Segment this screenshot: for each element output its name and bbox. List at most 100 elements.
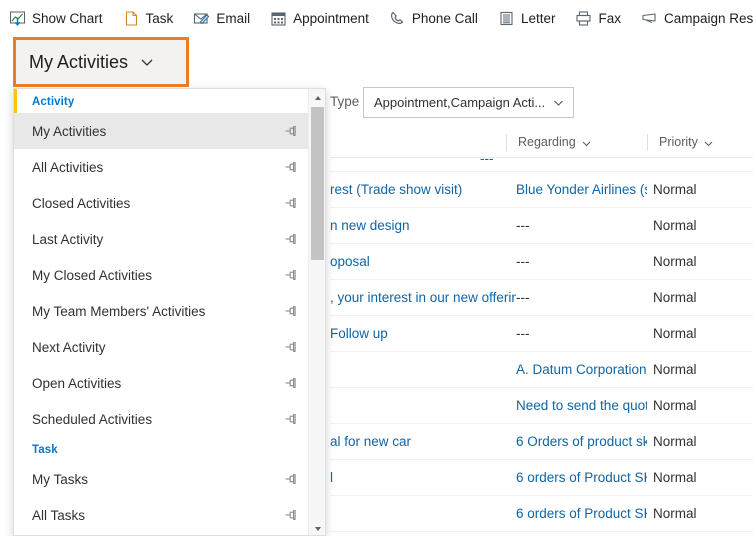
cell-priority: Normal (653, 398, 697, 413)
view-selector-label: My Activities (29, 51, 129, 72)
table-row[interactable]: oposal --- Normal (330, 244, 753, 280)
pin-icon[interactable] (283, 232, 297, 246)
cell-priority: Normal (653, 254, 697, 269)
view-list: Activity My Activities All Activities Close… (14, 89, 309, 535)
cell-regarding[interactable]: 6 orders of Product SKU . (516, 470, 647, 485)
view-list-item[interactable]: My Closed Activities (14, 257, 309, 293)
show-chart-icon (9, 10, 26, 27)
cell-regarding: --- (516, 218, 530, 233)
view-list-item-label: My Activities (32, 123, 107, 139)
letter-icon (498, 10, 515, 27)
command-email[interactable]: Email (183, 0, 260, 36)
cell-subject[interactable]: al for new car (330, 434, 516, 449)
table-row[interactable]: Need to send the quotati Normal (330, 388, 753, 424)
command-fax[interactable]: Fax (565, 0, 631, 36)
view-list-item-label: Next Activity (32, 339, 106, 355)
command-phone-call[interactable]: Phone Call (379, 0, 488, 36)
pin-icon[interactable] (283, 376, 297, 390)
campaign-response-icon (641, 10, 658, 27)
cell-subject[interactable]: l (330, 470, 516, 485)
command-campaign-response[interactable]: Campaign Response (631, 0, 753, 36)
cell-regarding: --- (516, 326, 530, 341)
pin-icon[interactable] (283, 196, 297, 210)
cell-regarding[interactable]: Need to send the quotati (516, 398, 647, 413)
column-header-regarding[interactable]: Regarding (506, 134, 592, 151)
grid-header-row: Regarding Priority (330, 126, 753, 158)
table-row[interactable]: , your interest in our new offering --- No… (330, 280, 753, 316)
scroll-down-arrow-icon[interactable] (309, 520, 325, 535)
type-filter-label: Type (330, 94, 360, 109)
pin-icon[interactable] (283, 412, 297, 426)
cell-priority: Normal (653, 362, 697, 377)
pin-icon[interactable] (283, 160, 297, 174)
table-row[interactable]: A. Datum Corporation (sa Normal (330, 352, 753, 388)
scroll-up-arrow-icon[interactable] (309, 89, 325, 106)
command-label: Appointment (293, 10, 369, 26)
view-list-item[interactable]: Closed Activities (14, 185, 309, 221)
table-row[interactable]: Follow up --- Normal (330, 316, 753, 352)
command-label: Campaign Response (663, 10, 753, 26)
view-list-item[interactable]: My Tasks (14, 461, 309, 497)
table-row[interactable]: --- (330, 158, 753, 172)
cell-subject[interactable]: oposal (330, 254, 516, 269)
phone-call-icon (389, 10, 406, 27)
view-list-item[interactable]: Last Activity (14, 221, 309, 257)
cell-regarding[interactable]: A. Datum Corporation (sa (516, 362, 647, 377)
view-group-header: Activity (32, 96, 75, 108)
view-list-item-label: My Closed Activities (32, 267, 153, 283)
command-appointment[interactable]: Appointment (260, 0, 379, 36)
view-selector-button[interactable]: My Activities (13, 37, 189, 87)
view-list-item[interactable]: All Tasks (14, 497, 309, 533)
pin-icon[interactable] (283, 340, 297, 354)
flyout-scrollbar[interactable] (308, 89, 325, 535)
column-label: Regarding (518, 135, 576, 149)
chevron-down-icon (703, 137, 714, 148)
table-row[interactable]: n new design --- Normal (330, 208, 753, 244)
table-row[interactable]: 6 orders of Product SKU . Normal (330, 496, 753, 532)
cell-priority: Normal (653, 470, 697, 485)
cell-regarding[interactable]: Blue Yonder Airlines (sam (516, 182, 647, 197)
cell-regarding: --- (516, 290, 530, 305)
task-icon (123, 10, 140, 27)
cell-priority: Normal (653, 218, 697, 233)
cell-regarding[interactable]: 6 Orders of product sku J (516, 434, 647, 449)
column-header-priority[interactable]: Priority (647, 134, 714, 151)
cell-subject[interactable]: , your interest in our new offering (330, 290, 516, 305)
view-list-item[interactable]: My Team Members' Activities (14, 293, 309, 329)
scrollbar-thumb[interactable] (311, 107, 324, 260)
partial-row-text: --- (480, 158, 494, 166)
pin-icon[interactable] (283, 508, 297, 522)
table-row[interactable]: rest (Trade show visit) Blue Yonder Airli… (330, 172, 753, 208)
cell-regarding[interactable]: 6 orders of Product SKU . (516, 506, 647, 521)
view-list-item-label: All Tasks (32, 507, 86, 523)
table-row[interactable]: al for new car6 Orders of product sku J N… (330, 424, 753, 460)
view-list-item[interactable]: Open Activities (14, 365, 309, 401)
command-label: Show Chart (32, 10, 103, 26)
pin-icon[interactable] (283, 472, 297, 486)
cell-priority: Normal (653, 182, 697, 197)
command-label: Fax (598, 10, 621, 26)
cell-priority: Normal (653, 290, 697, 305)
appointment-icon (270, 10, 287, 27)
cell-subject[interactable]: Follow up (330, 326, 516, 341)
view-list-item[interactable]: My Activities (14, 113, 309, 149)
view-list-item-label: My Team Members' Activities (32, 303, 206, 319)
command-task[interactable]: Task (113, 0, 184, 36)
pin-icon[interactable] (283, 304, 297, 318)
cell-subject[interactable]: n new design (330, 218, 516, 233)
email-icon (193, 10, 210, 27)
table-row[interactable]: l6 orders of Product SKU . Normal (330, 460, 753, 496)
type-filter-dropdown[interactable]: Appointment,Campaign Acti... (363, 87, 574, 118)
command-label: Letter (520, 10, 556, 26)
view-list-item[interactable]: Scheduled Activities (14, 401, 309, 437)
pin-icon[interactable] (283, 268, 297, 282)
view-list-item[interactable]: All Activities (14, 149, 309, 185)
view-group-header: Task (32, 444, 58, 456)
activities-grid: Regarding Priority --- rest (Trade show v… (330, 126, 753, 536)
view-list-item-label: Open Activities (32, 375, 122, 391)
command-letter[interactable]: Letter (488, 0, 566, 36)
command-show-chart[interactable]: Show Chart (0, 0, 113, 36)
cell-subject[interactable]: rest (Trade show visit) (330, 182, 516, 197)
view-list-item[interactable]: Next Activity (14, 329, 309, 365)
pin-icon[interactable] (283, 124, 297, 138)
